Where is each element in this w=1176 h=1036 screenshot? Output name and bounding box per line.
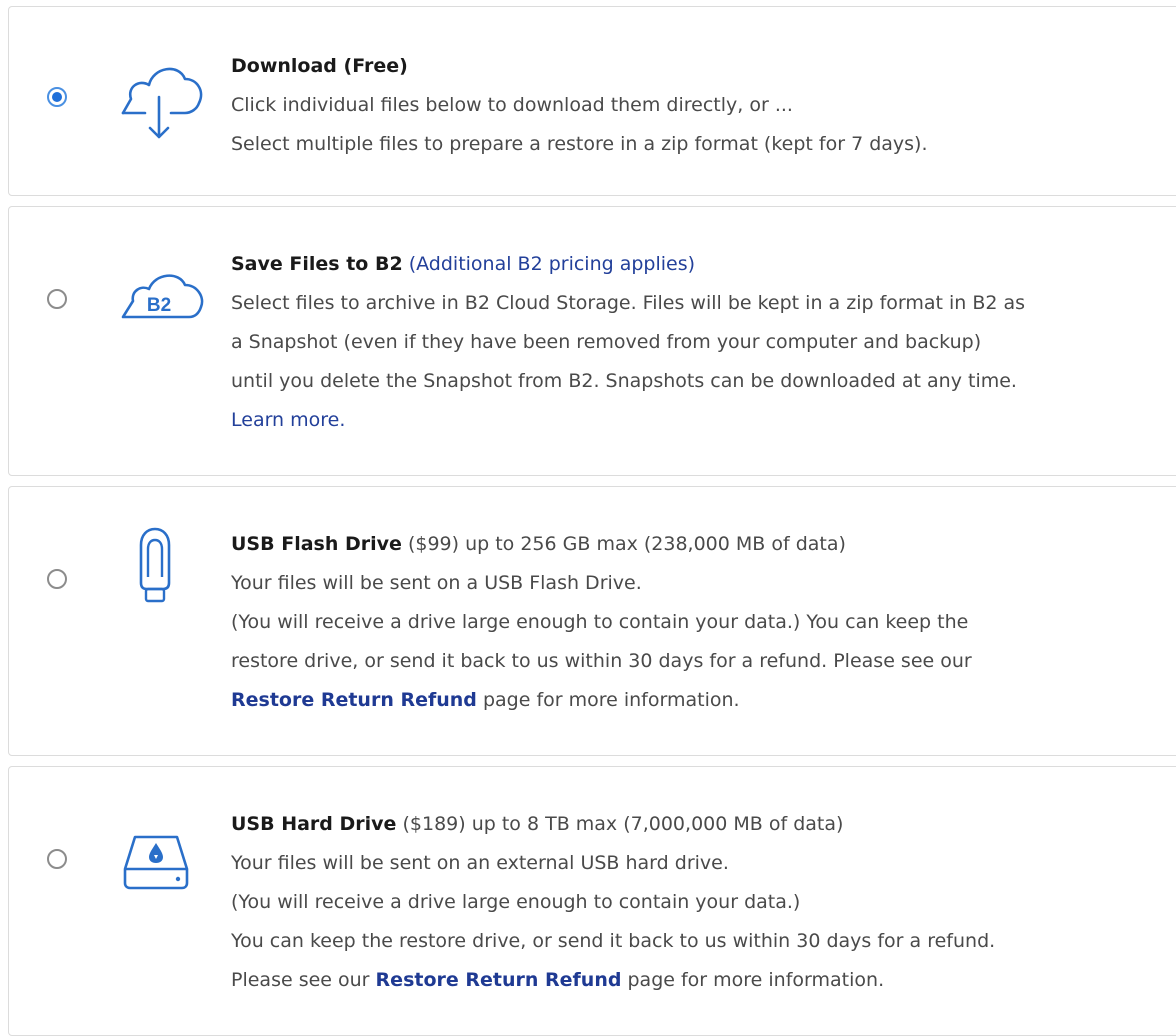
usb-flash-title-suffix: ($99) up to 256 GB max (238,000 MB of da… [407,533,846,555]
usb-hard-drive-icon [121,833,191,895]
b2-pricing-link[interactable]: (Additional B2 pricing applies) [409,253,695,275]
usb-flash-line1: Your files will be sent on a USB Flash D… [231,572,642,594]
usb-hard-line3: You can keep the restore drive, or send … [231,930,996,952]
b2-learn-more-link[interactable]: Learn more. [231,409,345,431]
option-usb-hard[interactable]: USB Hard Drive ($189) up to 8 TB max (7,… [8,766,1176,1036]
usb-hard-line1: Your files will be sent on an external U… [231,852,729,874]
b2-radio[interactable] [47,289,67,309]
usb-flash-line4: Restore Return Refund page for more info… [231,681,972,720]
option-b2[interactable]: B2 Save Files to B2 (Additional B2 prici… [8,206,1176,476]
usb-hard-line4-suffix: page for more information. [621,969,885,991]
usb-flash-radio[interactable] [47,569,67,589]
b2-line2: a Snapshot (even if they have been remov… [231,331,982,353]
usb-flash-drive-icon [135,527,175,621]
option-download[interactable]: Download (Free) Click individual files b… [8,6,1176,196]
usb-hard-line4: Please see our Restore Return Refund pag… [231,961,995,1000]
usb-hard-title-suffix: ($189) up to 8 TB max (7,000,000 MB of d… [402,813,844,835]
usb-flash-refund-link[interactable]: Restore Return Refund [231,689,477,711]
usb-flash-line2: (You will receive a drive large enough t… [231,611,969,633]
usb-hard-description: USB Hard Drive ($189) up to 8 TB max (7,… [231,805,995,1000]
usb-hard-line4-prefix: Please see our [231,969,376,991]
download-description: Download (Free) Click individual files b… [231,47,928,164]
usb-hard-title: USB Hard Drive [231,813,397,835]
b2-title-line: Save Files to B2 (Additional B2 pricing … [231,245,1025,284]
option-usb-flash[interactable]: USB Flash Drive ($99) up to 256 GB max (… [8,486,1176,756]
usb-hard-radio[interactable] [47,849,67,869]
cloud-download-icon [109,57,209,147]
usb-hard-line2: (You will receive a drive large enough t… [231,891,801,913]
usb-flash-title-line: USB Flash Drive ($99) up to 256 GB max (… [231,525,972,564]
b2-icon-label: B2 [147,295,171,316]
usb-flash-line4-suffix: page for more information. [476,689,740,711]
usb-hard-refund-link[interactable]: Restore Return Refund [376,969,622,991]
b2-line1: Select files to archive in B2 Cloud Stor… [231,292,1026,314]
b2-title: Save Files to B2 [231,253,403,275]
usb-flash-line3: restore drive, or send it back to us wit… [231,650,972,672]
usb-flash-title: USB Flash Drive [231,533,402,555]
download-line1: Click individual files below to download… [231,94,793,116]
download-line2: Select multiple files to prepare a resto… [231,133,928,155]
download-title: Download (Free) [231,55,408,77]
b2-description: Save Files to B2 (Additional B2 pricing … [231,245,1025,440]
usb-flash-description: USB Flash Drive ($99) up to 256 GB max (… [231,525,972,720]
download-radio[interactable] [47,87,67,107]
b2-line3: until you delete the Snapshot from B2. S… [231,370,1017,392]
usb-hard-title-line: USB Hard Drive ($189) up to 8 TB max (7,… [231,805,995,844]
b2-cloud-icon: B2 [109,267,209,327]
